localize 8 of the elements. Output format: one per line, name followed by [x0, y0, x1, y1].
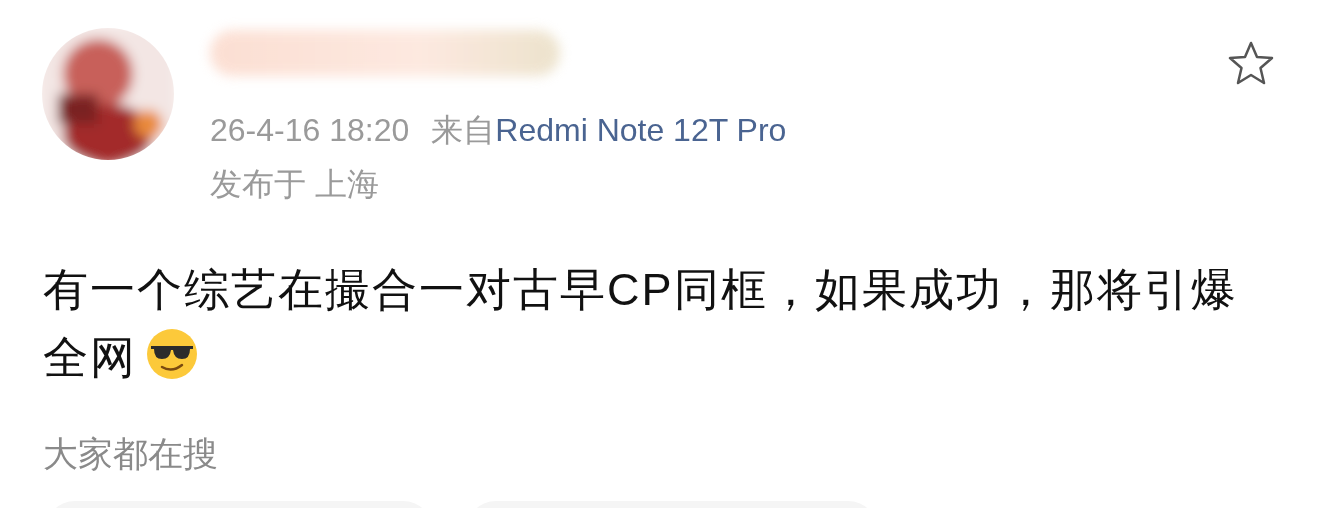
device-link[interactable]: Redmi Note 12T Pro	[495, 106, 787, 154]
post-text: 有一个综艺在撮合一对古早CP同框，如果成功，那将引爆全网	[43, 263, 1239, 385]
star-icon[interactable]	[1227, 40, 1275, 86]
sunglasses-emoji-icon	[145, 327, 199, 381]
section-title: 大家都在搜	[42, 433, 219, 475]
post-location: 发布于 上海	[210, 165, 380, 204]
source-label: 来自	[431, 111, 496, 150]
post-time: 26-4-16 18:20	[210, 111, 410, 150]
